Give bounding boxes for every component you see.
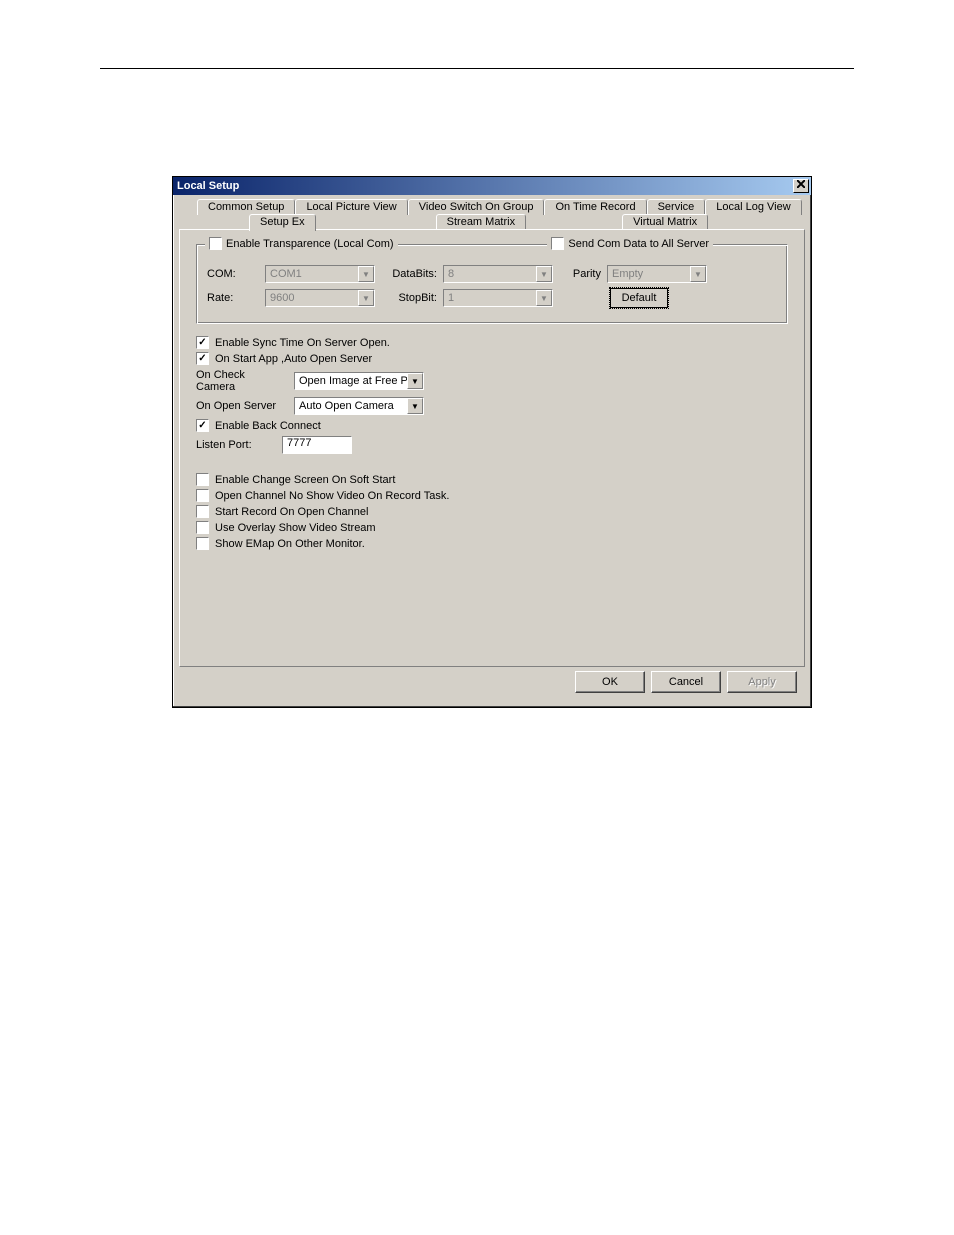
label-send-com-data: Send Com Data to All Server [568,238,709,250]
combo-on-open-server-value: Auto Open Camera [295,400,407,412]
checkbox-enable-back-connect[interactable] [196,419,209,432]
tab-panel-setup-ex: Enable Transparence (Local Com) Send Com… [179,229,805,667]
checkbox-auto-open-server[interactable] [196,352,209,365]
dialog-body: Common Setup Local Picture View Video Sw… [179,199,805,701]
checkbox-start-record[interactable] [196,505,209,518]
checkbox-sync-time[interactable] [196,336,209,349]
local-setup-dialog: Local Setup Common Setup Local Picture V… [172,176,812,708]
combo-stopbit-value: 1 [444,292,536,304]
label-stopbit: StopBit: [381,292,437,304]
input-listen-port[interactable]: 7777 [282,436,352,454]
chevron-down-icon: ▼ [407,398,423,414]
label-databits: DataBits: [381,268,437,280]
tab-common-setup[interactable]: Common Setup [197,199,295,215]
checkbox-enable-transparence[interactable] [209,237,222,250]
com-groupbox: Enable Transparence (Local Com) Send Com… [196,244,788,324]
label-enable-back-connect: Enable Back Connect [215,420,321,432]
combo-com[interactable]: COM1 ▼ [265,265,375,283]
label-show-emap: Show EMap On Other Monitor. [215,538,365,550]
chevron-down-icon: ▼ [407,373,423,389]
tab-local-log-view[interactable]: Local Log View [705,199,801,215]
label-listen-port: Listen Port: [196,439,274,451]
label-use-overlay: Use Overlay Show Video Stream [215,522,376,534]
dialog-title: Local Setup [177,180,793,192]
label-on-check-camera: On Check Camera [196,369,286,393]
cancel-button[interactable]: Cancel [651,671,721,693]
label-com: COM: [207,268,259,280]
chevron-down-icon: ▼ [358,290,374,306]
combo-stopbit[interactable]: 1 ▼ [443,289,553,307]
label-rate: Rate: [207,292,259,304]
checkbox-send-com-data[interactable] [551,237,564,250]
combo-on-check-camera[interactable]: Open Image at Free Pos ▼ [294,372,424,390]
tab-on-time-record[interactable]: On Time Record [544,199,646,215]
chevron-down-icon: ▼ [358,266,374,282]
legend-send-com-data: Send Com Data to All Server [547,237,713,250]
page-rule [100,68,854,69]
checkbox-show-emap[interactable] [196,537,209,550]
combo-rate-value: 9600 [266,292,358,304]
label-start-record: Start Record On Open Channel [215,506,368,518]
label-sync-time: Enable Sync Time On Server Open. [215,337,390,349]
combo-parity[interactable]: Empty ▼ [607,265,707,283]
combo-databits-value: 8 [444,268,536,280]
checkbox-open-channel-noshow[interactable] [196,489,209,502]
tab-strip: Common Setup Local Picture View Video Sw… [179,199,805,233]
label-enable-transparence: Enable Transparence (Local Com) [226,238,394,250]
label-enable-change-screen: Enable Change Screen On Soft Start [215,474,395,486]
label-auto-open-server: On Start App ,Auto Open Server [215,353,372,365]
combo-databits[interactable]: 8 ▼ [443,265,553,283]
tab-service[interactable]: Service [647,199,706,215]
apply-button[interactable]: Apply [727,671,797,693]
label-parity: Parity [559,268,601,280]
checkbox-enable-change-screen[interactable] [196,473,209,486]
combo-com-value: COM1 [266,268,358,280]
combo-parity-value: Empty [608,268,690,280]
tab-setup-ex[interactable]: Setup Ex [249,214,316,231]
checkbox-use-overlay[interactable] [196,521,209,534]
ok-button[interactable]: OK [575,671,645,693]
default-button[interactable]: Default [609,287,669,309]
label-open-channel-noshow: Open Channel No Show Video On Record Tas… [215,490,449,502]
chevron-down-icon: ▼ [536,266,552,282]
combo-rate[interactable]: 9600 ▼ [265,289,375,307]
combo-on-open-server[interactable]: Auto Open Camera ▼ [294,397,424,415]
legend-enable-transparence: Enable Transparence (Local Com) [205,237,398,250]
tab-video-switch-on-group[interactable]: Video Switch On Group [408,199,545,215]
label-on-open-server: On Open Server [196,400,286,412]
tab-local-picture-view[interactable]: Local Picture View [295,199,407,215]
chevron-down-icon: ▼ [536,290,552,306]
titlebar: Local Setup [173,177,811,195]
dialog-buttons: OK Cancel Apply [575,671,797,693]
close-button[interactable] [793,179,809,193]
combo-on-check-camera-value: Open Image at Free Pos [295,375,407,387]
chevron-down-icon: ▼ [690,266,706,282]
